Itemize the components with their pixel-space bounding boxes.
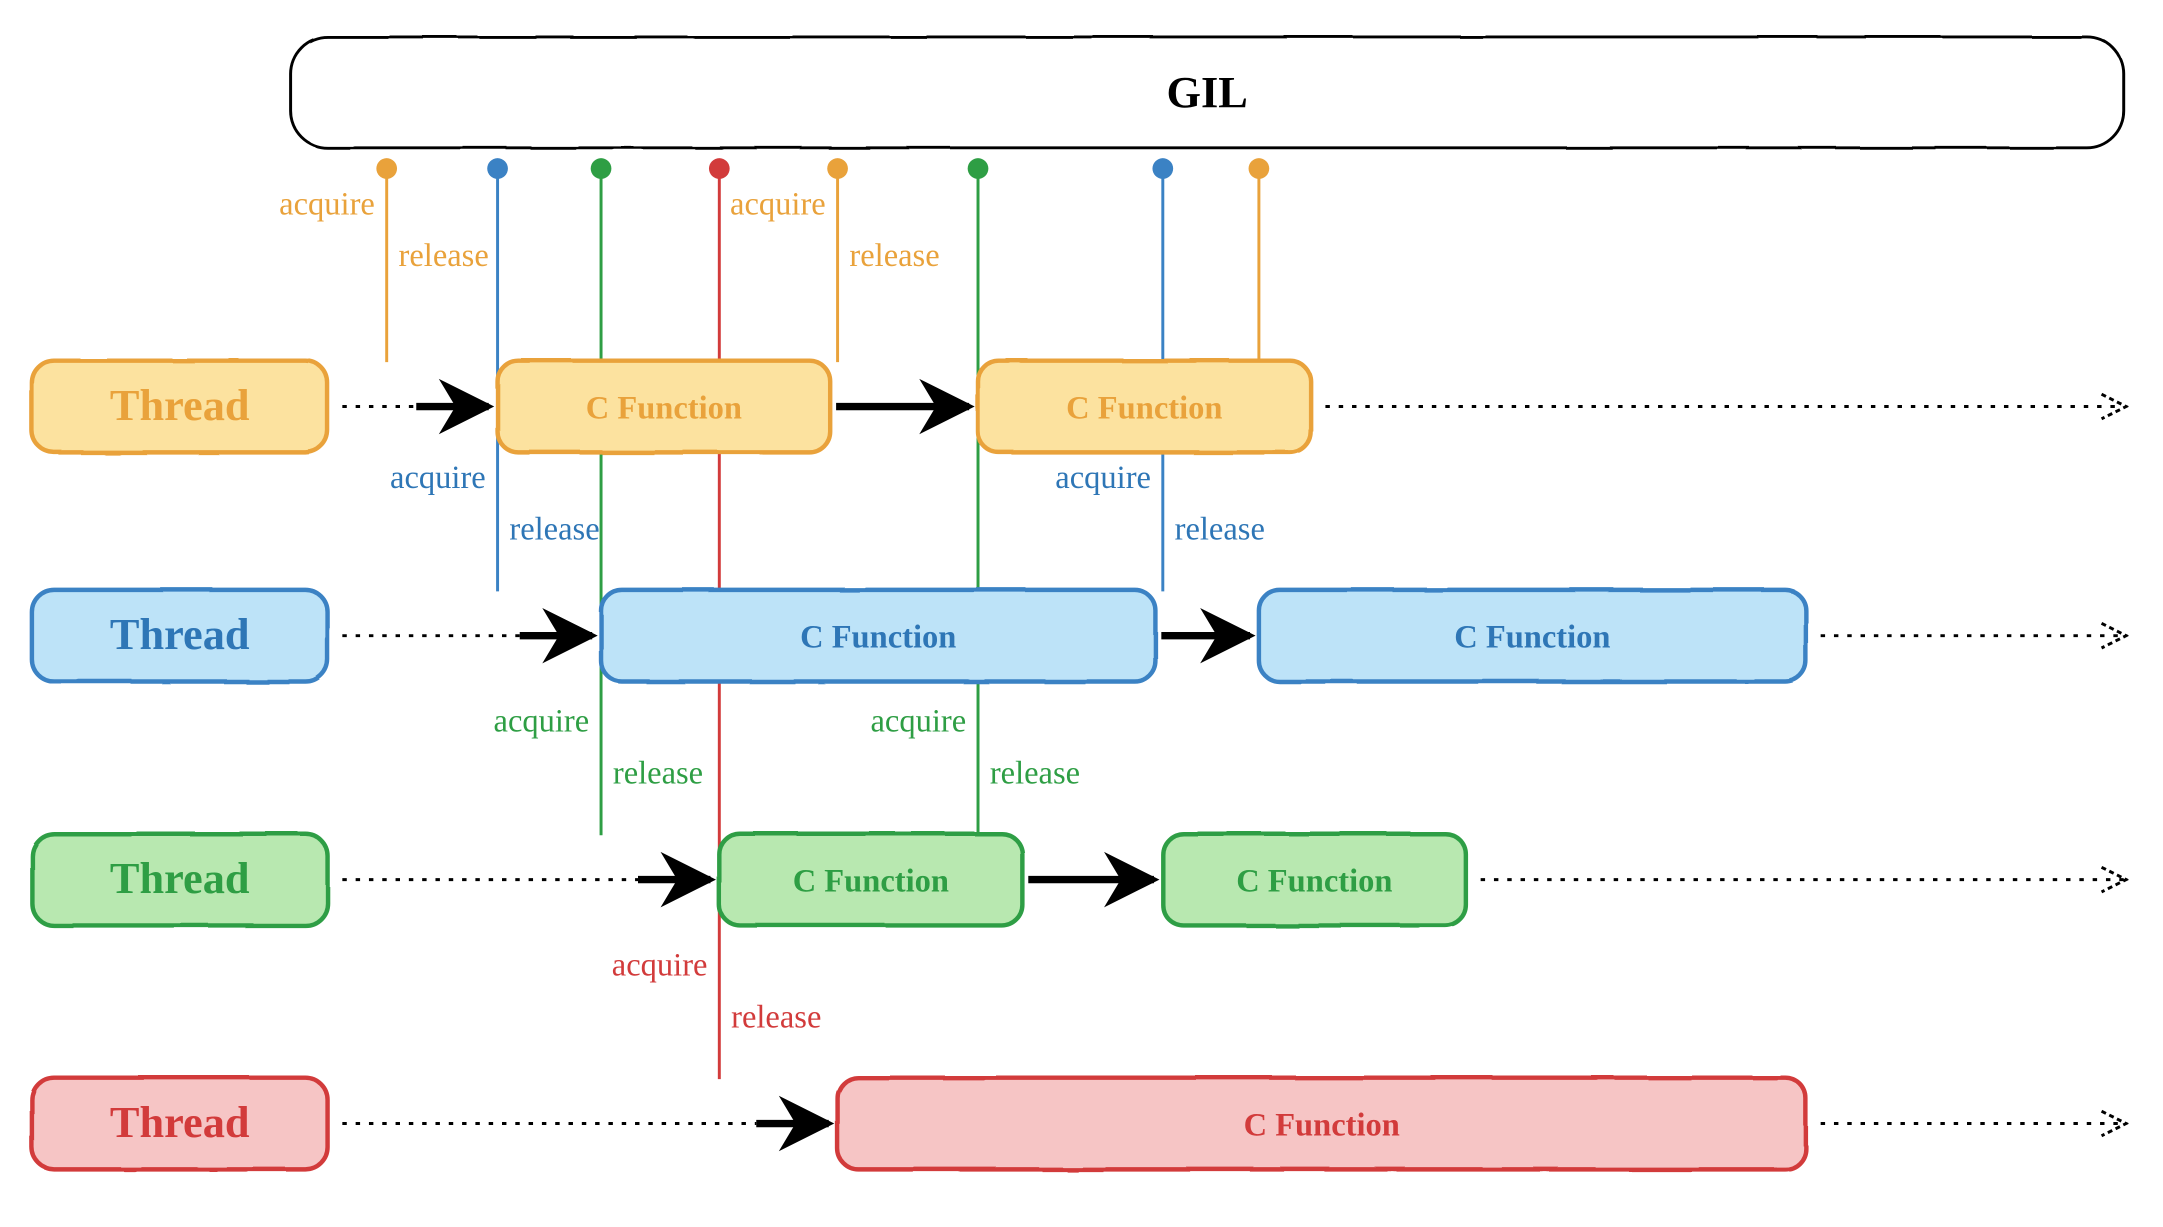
c-function-label: C Function — [800, 620, 956, 656]
gil-dot — [1249, 158, 1270, 179]
acquire-label: acquire — [730, 186, 826, 222]
release-label: release — [509, 512, 599, 548]
release-label: release — [613, 756, 703, 792]
c-function-label: C Function — [1066, 390, 1222, 426]
acquire-label: acquire — [279, 186, 375, 222]
acquire-label: acquire — [494, 704, 590, 740]
release-label: release — [731, 999, 821, 1035]
release-label: release — [399, 238, 489, 274]
thread-label: Thread — [110, 853, 250, 903]
c-function-label: C Function — [1236, 863, 1392, 899]
c-function-label: C Function — [1244, 1107, 1400, 1143]
c-function-label: C Function — [586, 390, 742, 426]
release-label: release — [1175, 512, 1265, 548]
gil-dot — [591, 158, 612, 179]
c-function-label: C Function — [1454, 620, 1610, 656]
thread-label: Thread — [110, 380, 250, 430]
c-function-label: C Function — [793, 863, 949, 899]
gil-dot — [827, 158, 848, 179]
thread-label: Thread — [110, 609, 250, 659]
acquire-label: acquire — [390, 460, 486, 496]
gil-dot — [376, 158, 397, 179]
gil-title: GIL — [1167, 67, 1248, 117]
gil-thread-diagram: GIL Thread C Function C Function acquire rele… — [0, 0, 2163, 1227]
release-label: release — [849, 238, 939, 274]
thread-label: Thread — [110, 1097, 250, 1147]
gil-dot — [1152, 158, 1173, 179]
acquire-label: acquire — [612, 948, 708, 984]
acquire-label: acquire — [871, 704, 967, 740]
acquire-label: acquire — [1055, 460, 1151, 496]
gil-dot — [709, 158, 730, 179]
release-label: release — [990, 756, 1080, 792]
gil-dot — [487, 158, 508, 179]
gil-dot — [968, 158, 989, 179]
